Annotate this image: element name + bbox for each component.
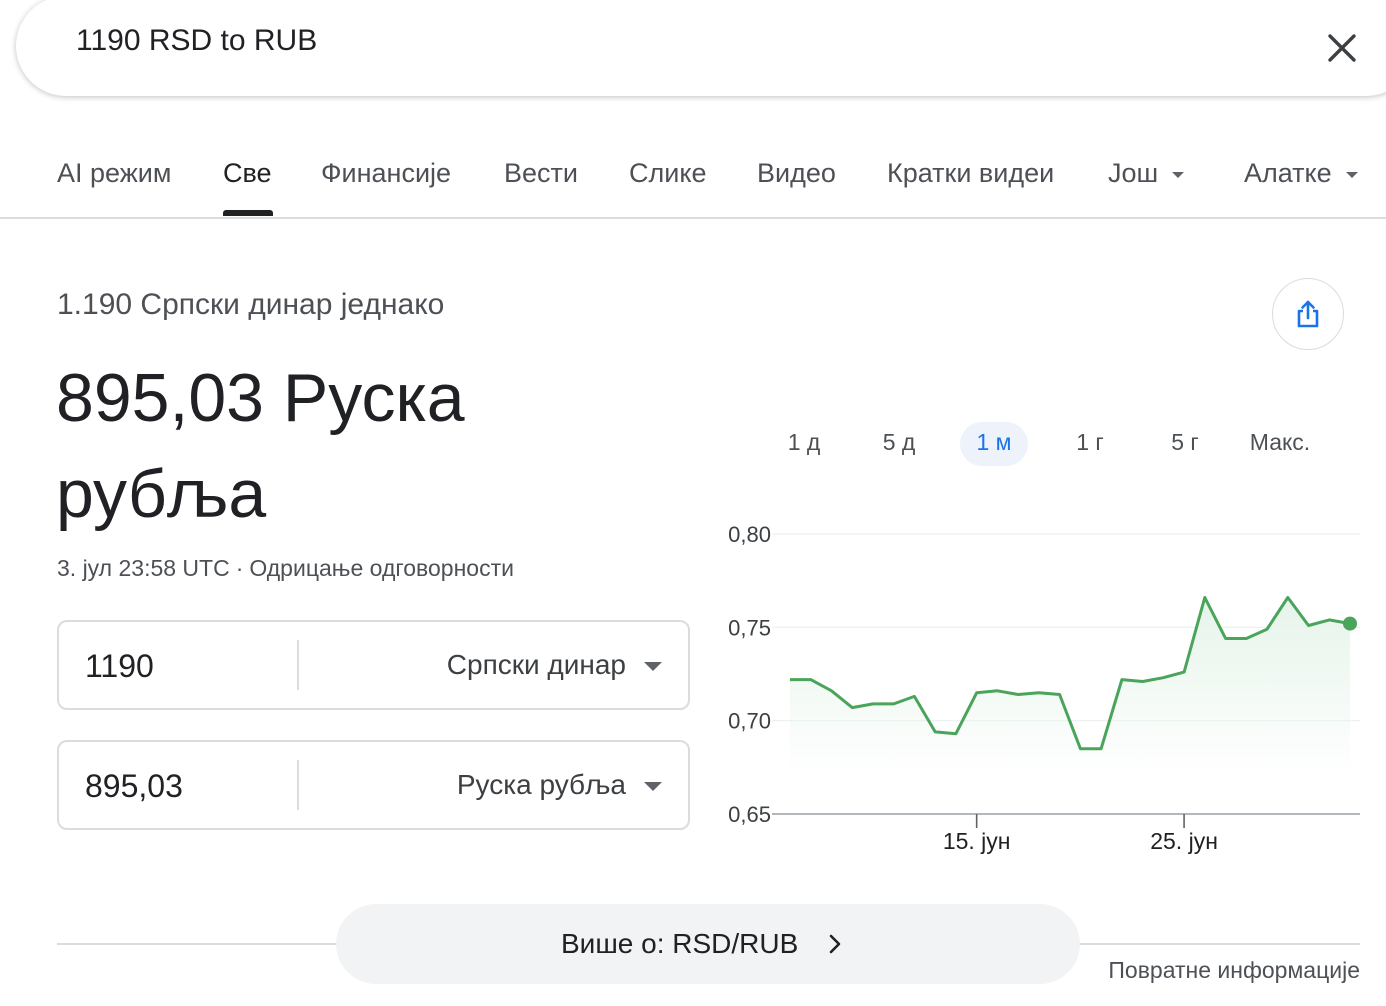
y-tick-label: 0,65 xyxy=(728,802,771,827)
chart-series-line xyxy=(790,596,1351,751)
range-5d[interactable]: 5 д xyxy=(867,422,931,466)
divider xyxy=(297,640,299,690)
y-tick-label: 0,70 xyxy=(728,709,771,734)
divider xyxy=(1078,943,1360,945)
search-bar[interactable]: 1190 RSD to RUB xyxy=(16,0,1386,96)
chevron-down-icon xyxy=(1172,171,1185,178)
from-currency-box[interactable]: 1190 Српски динар xyxy=(57,620,690,710)
y-tick-label: 0,80 xyxy=(728,522,771,547)
share-button[interactable] xyxy=(1272,278,1344,350)
tab-more[interactable]: Још xyxy=(1108,158,1185,189)
disclaimer-link[interactable]: Одрицање одговорности xyxy=(249,555,514,581)
chevron-right-icon xyxy=(829,934,841,954)
equals-label: 1.190 Српски динар једнако xyxy=(57,288,445,321)
to-currency-box[interactable]: 895,03 Руска рубља xyxy=(57,740,690,830)
tabs-divider xyxy=(0,217,1386,219)
chevron-down-icon xyxy=(1345,171,1358,178)
range-1y[interactable]: 1 г xyxy=(1058,422,1122,466)
divider xyxy=(297,760,299,810)
x-tick-label: 15. јун xyxy=(943,828,1011,854)
search-input[interactable]: 1190 RSD to RUB xyxy=(76,24,317,58)
tab-more-label: Још xyxy=(1108,158,1159,188)
x-tick-label: 25. јун xyxy=(1150,828,1218,854)
timestamp-line: 3. јул 23:58 UTC · Одрицање одговорности xyxy=(57,555,514,582)
tab-tools[interactable]: Алатке xyxy=(1244,158,1358,189)
close-icon[interactable] xyxy=(1322,28,1362,68)
tab-news[interactable]: Вести xyxy=(504,158,578,189)
to-currency-select[interactable]: Руска рубља xyxy=(457,769,626,801)
search-tabs: AI режим Све Финансије Вести Слике Видео… xyxy=(0,150,1386,218)
chart-last-point xyxy=(1343,616,1357,631)
tab-all[interactable]: Све xyxy=(223,158,272,189)
timestamp: 3. јул 23:58 UTC xyxy=(57,555,230,581)
dropdown-arrow-icon[interactable] xyxy=(644,782,662,791)
to-amount-input[interactable]: 895,03 xyxy=(85,768,183,805)
range-5y[interactable]: 5 г xyxy=(1153,422,1217,466)
chart-area-fill xyxy=(790,597,1350,774)
more-about-button[interactable]: Више о: RSD/RUB xyxy=(336,904,1080,984)
from-currency-select[interactable]: Српски динар xyxy=(447,649,626,681)
range-max[interactable]: Макс. xyxy=(1240,422,1320,466)
from-amount-input[interactable]: 1190 xyxy=(85,648,154,685)
dropdown-arrow-icon[interactable] xyxy=(644,662,662,671)
separator: · xyxy=(235,555,244,581)
feedback-link[interactable]: Повратне информације xyxy=(1108,957,1360,984)
range-1m[interactable]: 1 м xyxy=(960,422,1028,466)
y-tick-label: 0,75 xyxy=(728,615,771,640)
share-icon xyxy=(1297,300,1319,328)
tab-finance[interactable]: Финансије xyxy=(321,158,451,189)
more-about-label: Више о: RSD/RUB xyxy=(561,928,799,959)
tab-ai-mode[interactable]: AI режим xyxy=(57,158,171,189)
tab-videos[interactable]: Видео xyxy=(757,158,836,189)
tab-images[interactable]: Слике xyxy=(629,158,706,189)
range-1d[interactable]: 1 д xyxy=(773,422,835,466)
divider xyxy=(57,943,339,945)
active-tab-indicator xyxy=(223,210,273,216)
converted-result: 895,03 Руска рубља xyxy=(56,360,465,532)
tab-tools-label: Алатке xyxy=(1244,158,1332,188)
tab-short-videos[interactable]: Кратки видеи xyxy=(887,158,1054,189)
